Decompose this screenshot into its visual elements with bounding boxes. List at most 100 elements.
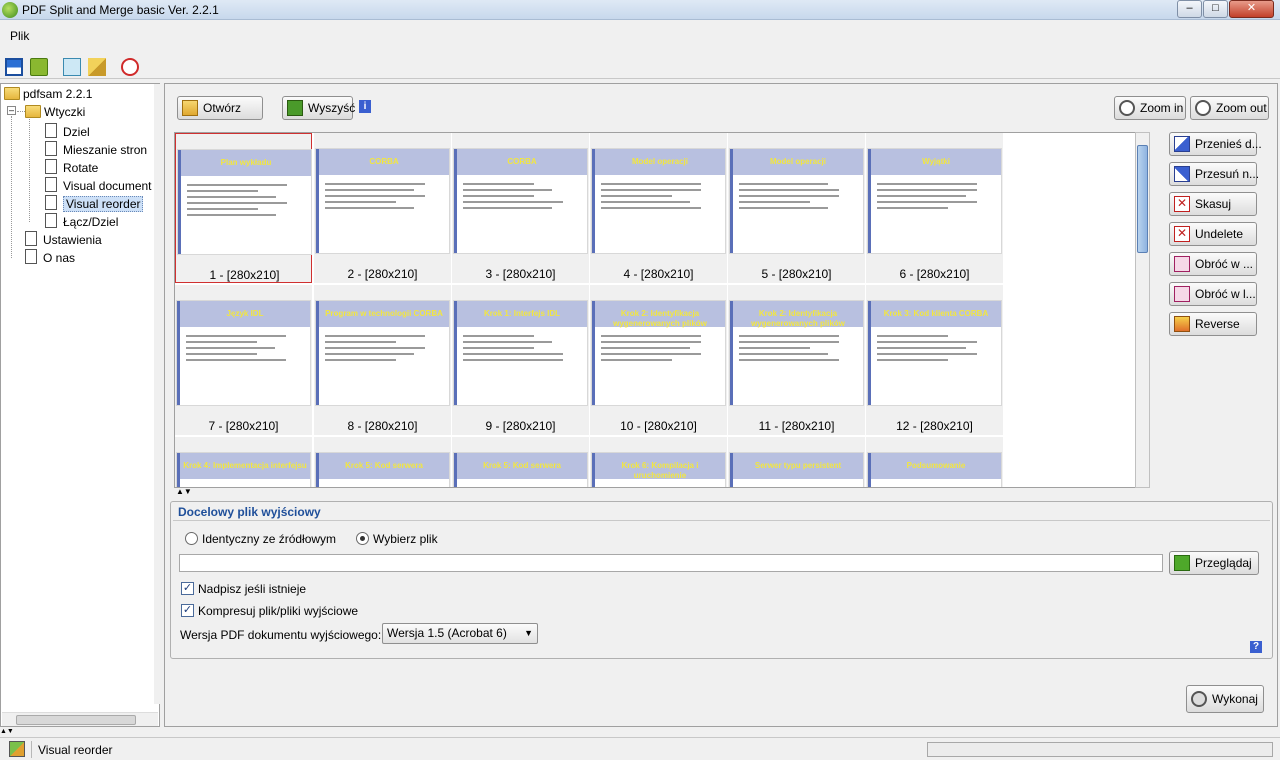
zoom-out-button[interactable]: Zoom out: [1190, 96, 1269, 120]
page-thumbnail[interactable]: Serwer typu persistent: [728, 437, 865, 487]
undelete-icon: ✕: [1174, 226, 1190, 242]
splitter-arrows-icon[interactable]: ▲▼: [176, 487, 192, 496]
page-label: 8 - [280x210]: [347, 419, 418, 433]
browse-folder-icon: [1174, 555, 1190, 571]
minimize-button[interactable]: –: [1177, 0, 1202, 18]
page-thumbnail[interactable]: Model operacji 4 - [280x210]: [590, 133, 727, 283]
open-button[interactable]: Otwórz: [177, 96, 263, 120]
tree-item-split[interactable]: Dziel: [45, 123, 90, 139]
exit-icon[interactable]: [121, 58, 139, 76]
browse-button[interactable]: Przeglądaj: [1169, 551, 1259, 575]
radio-selected-dot: [360, 536, 365, 541]
tree-root[interactable]: pdfsam 2.2.1: [4, 87, 92, 101]
page-label: 12 - [280x210]: [896, 419, 973, 433]
page-thumbnail[interactable]: Wyjątki 6 - [280x210]: [866, 133, 1003, 283]
tree-horizontal-scrollbar[interactable]: [2, 712, 158, 726]
delete-button[interactable]: ✕ Skasuj: [1169, 192, 1257, 216]
page-preview: Krok 4: Implementacja interfejsu: [177, 453, 310, 487]
zoom-in-icon: [1119, 100, 1135, 116]
compress-label: Kompresuj plik/pliki wyjściowe: [198, 604, 359, 618]
pdf-version-select[interactable]: Wersja 1.5 (Acrobat 6) ▼: [382, 623, 538, 644]
tree-item-about[interactable]: O nas: [25, 249, 75, 265]
document-icon: [25, 231, 37, 246]
page-thumbnail[interactable]: Krok 5: Kod serwera: [452, 437, 589, 487]
undelete-button[interactable]: ✕ Undelete: [1169, 222, 1257, 246]
tree-item-visual-reorder[interactable]: Visual reorder: [45, 195, 144, 212]
move-down-icon: [1174, 166, 1190, 182]
menu-bar: Plik: [0, 25, 1280, 47]
tree-item-alternate-mix[interactable]: Mieszanie stron: [45, 141, 147, 157]
output-path-input[interactable]: [179, 554, 1163, 572]
tree-line: [17, 111, 25, 112]
zoom-in-button[interactable]: Zoom in: [1114, 96, 1186, 120]
close-button[interactable]: ✕: [1229, 0, 1274, 18]
plugin-tree: – pdfsam 2.2.1 Wtyczki Dziel Mieszanie s…: [0, 83, 160, 727]
open-folder-icon: [182, 100, 198, 116]
window-title: PDF Split and Merge basic Ver. 2.2.1: [22, 3, 219, 17]
page-thumbnail[interactable]: Krok 4: Implementacja interfejsu: [175, 437, 312, 487]
title-bar: PDF Split and Merge basic Ver. 2.2.1 – □…: [0, 0, 1280, 20]
page-thumbnail[interactable]: CORBA 2 - [280x210]: [314, 133, 451, 283]
page-thumbnail[interactable]: Model operacji 5 - [280x210]: [728, 133, 865, 283]
same-as-source-radio[interactable]: [185, 532, 198, 545]
info-icon[interactable]: i: [359, 100, 371, 113]
bottom-splitter-arrows-icon[interactable]: ▲▼: [0, 728, 30, 736]
status-bar: Visual reorder: [0, 737, 1280, 760]
run-button[interactable]: Wykonaj: [1186, 685, 1264, 713]
help-icon[interactable]: ?: [1250, 641, 1262, 653]
move-up-icon: [1174, 136, 1190, 152]
menu-file[interactable]: Plik: [10, 29, 29, 43]
collapse-icon[interactable]: –: [7, 106, 16, 115]
document-icon: [45, 195, 57, 210]
save-icon[interactable]: [5, 58, 23, 76]
page-thumbnail[interactable]: Krok 1: Interfejs IDL 9 - [280x210]: [452, 285, 589, 435]
panel-splitter[interactable]: ▲▼: [174, 487, 1274, 497]
page-label: 3 - [280x210]: [485, 267, 556, 281]
tree-item-merge-split[interactable]: Łącz/Dziel: [45, 213, 118, 229]
thumbnail-grid[interactable]: Plan wykładu 1 - [280x210] CORBA 2 - [28…: [174, 132, 1136, 488]
page-label: 11 - [280x210]: [758, 419, 835, 433]
open-icon[interactable]: [30, 58, 48, 76]
page-label: 6 - [280x210]: [899, 267, 970, 281]
page-thumbnail[interactable]: Krok 2: Identyfikacja wygenerowanych pli…: [728, 285, 865, 435]
page-thumbnail[interactable]: Język IDL 7 - [280x210]: [175, 285, 312, 435]
page-thumbnail[interactable]: Program w technologii CORBA 8 - [280x210…: [314, 285, 451, 435]
clear-icon: [287, 100, 303, 116]
app-logo-icon: [2, 2, 18, 18]
page-thumbnail[interactable]: Krok 5: Kod serwera: [314, 437, 451, 487]
move-up-button[interactable]: Przenieś d...: [1169, 132, 1262, 156]
page-preview: Krok 5: Kod serwera: [454, 453, 587, 487]
rotate-counterclockwise-button[interactable]: Obróć w l...: [1169, 282, 1257, 306]
move-down-button[interactable]: Przesuń n...: [1169, 162, 1259, 186]
page-thumbnail[interactable]: Krok 2: Identyfikacja wygenerowanych pli…: [590, 285, 727, 435]
tree-item-settings[interactable]: Ustawienia: [25, 231, 102, 247]
tree-item-plugins[interactable]: Wtyczki: [25, 105, 85, 119]
choose-file-radio[interactable]: [356, 532, 369, 545]
tree-item-visual-document[interactable]: Visual document: [45, 177, 152, 193]
scroll-thumb[interactable]: [16, 715, 136, 725]
rotate-clockwise-icon: [1174, 256, 1190, 272]
page-preview: Krok 2: Identyfikacja wygenerowanych pli…: [730, 301, 863, 405]
page-thumbnail[interactable]: Krok 6: Kompilacja i uruchomienie: [590, 437, 727, 487]
reverse-button[interactable]: Reverse: [1169, 312, 1257, 336]
maximize-button[interactable]: □: [1203, 0, 1228, 18]
reverse-icon: [1174, 316, 1190, 332]
thumbnail-scrollbar[interactable]: [1135, 132, 1150, 488]
clear-button[interactable]: Wyszyść: [282, 96, 355, 120]
page-preview: Krok 3: Kod klienta CORBA: [868, 301, 1001, 405]
page-label: 1 - [280x210]: [209, 268, 280, 282]
document-icon: [45, 159, 57, 174]
same-as-source-label: Identyczny ze źródłowym: [202, 532, 337, 546]
compress-checkbox[interactable]: ✓: [181, 604, 194, 617]
overwrite-checkbox[interactable]: ✓: [181, 582, 194, 595]
environment-icon[interactable]: [63, 58, 81, 76]
tree-item-rotate[interactable]: Rotate: [45, 159, 98, 175]
page-thumbnail[interactable]: Krok 3: Kod klienta CORBA 12 - [280x210]: [866, 285, 1003, 435]
rotate-clockwise-button[interactable]: Obróć w ...: [1169, 252, 1257, 276]
scroll-thumb[interactable]: [1137, 145, 1148, 253]
clear-icon[interactable]: [88, 58, 106, 76]
page-thumbnail[interactable]: CORBA 3 - [280x210]: [452, 133, 589, 283]
page-thumbnail[interactable]: Plan wykładu 1 - [280x210]: [175, 133, 312, 283]
tree-splitter[interactable]: [154, 84, 160, 704]
page-thumbnail[interactable]: Podsumowanie: [866, 437, 1003, 487]
